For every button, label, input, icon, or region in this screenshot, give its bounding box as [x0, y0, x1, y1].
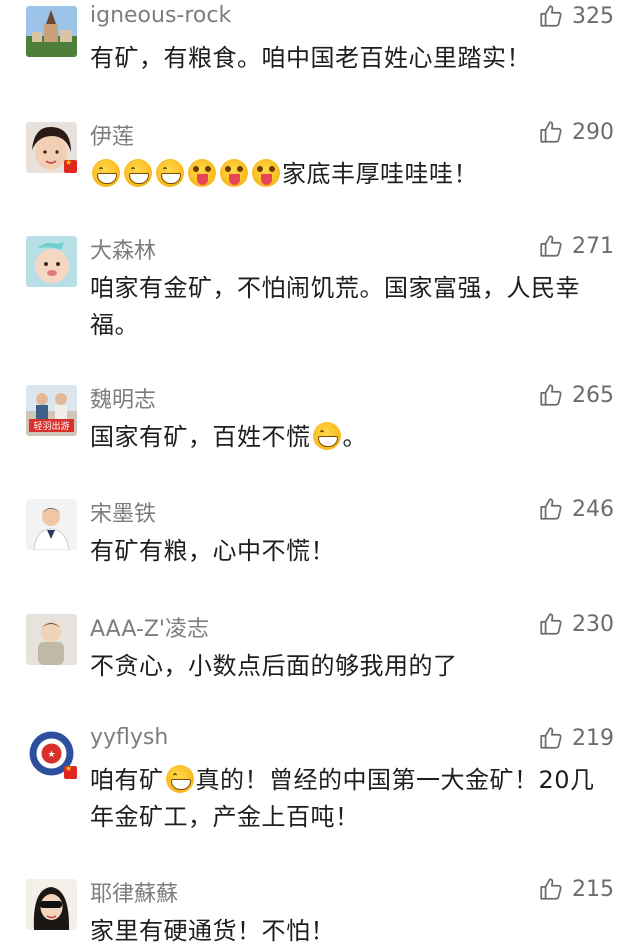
comment-text-suffix: 。 [342, 423, 367, 451]
comment-text: 不贪心，小数点后面的够我用的了 [90, 652, 458, 680]
tongue-out-emoji-icon [252, 159, 280, 187]
comment-text: 家里有硬通货！不怕！ [90, 917, 335, 945]
comment-text-prefix: 咱有矿 [90, 766, 164, 794]
tongue-out-emoji-icon [188, 159, 216, 187]
tongue-out-emoji-icon [220, 159, 248, 187]
like-count: 265 [572, 382, 614, 408]
like-button[interactable]: 265 [538, 382, 614, 408]
grinning-emoji-icon [165, 765, 194, 793]
like-button[interactable]: 246 [538, 496, 614, 522]
comment-author[interactable]: 伊莲 [90, 119, 134, 151]
china-flag-icon [64, 158, 77, 173]
comment-text: 有矿，有粮食。咱中国老百姓心里踏实！ [90, 44, 531, 72]
like-count: 325 [572, 3, 614, 29]
comment-author[interactable]: AAA-Z'凌志 [90, 611, 209, 643]
svg-text:★: ★ [47, 750, 55, 760]
thumbs-up-outline-icon [540, 384, 562, 406]
comment-text: 咱家有金矿，不怕闹饥荒。国家富强，人民幸福。 [90, 274, 580, 339]
avatar[interactable] [26, 499, 77, 550]
like-button[interactable]: 230 [538, 611, 614, 637]
like-count: 246 [572, 496, 614, 522]
avatar[interactable] [26, 879, 77, 930]
comment-author[interactable]: 大森林 [90, 233, 156, 265]
like-count: 215 [572, 876, 614, 902]
grinning-emoji-icon [124, 159, 152, 187]
grinning-emoji-icon [312, 422, 341, 450]
comment-text-suffix: 家底丰厚哇哇哇！ [282, 160, 478, 188]
thumbs-up-outline-icon [540, 613, 562, 635]
comment-text-prefix: 国家有矿，百姓不慌 [90, 423, 311, 451]
grinning-emoji-icon [92, 159, 120, 187]
grinning-emoji-icon [156, 159, 184, 187]
like-count: 219 [572, 725, 614, 751]
avatar-caption: 轻羽出游 [33, 420, 69, 432]
comment-author[interactable]: 魏明志 [90, 382, 156, 414]
comment-author[interactable]: 耶律蘇蘇 [90, 876, 178, 908]
avatar[interactable] [26, 6, 77, 57]
china-flag-icon [64, 764, 77, 779]
thumbs-up-outline-icon [540, 121, 562, 143]
like-button[interactable]: 271 [538, 233, 614, 259]
thumbs-up-outline-icon [540, 235, 562, 257]
thumbs-up-outline-icon [540, 727, 562, 749]
thumbs-up-outline-icon [540, 5, 562, 27]
like-count: 230 [572, 611, 614, 637]
comment-text: 国家有矿，百姓不慌 。 [90, 419, 610, 456]
comment-author[interactable]: yyflysh [90, 725, 168, 750]
avatar[interactable]: 轻羽出游 [26, 385, 77, 436]
comment-text: 咱有矿 真的！曾经的中国第一大金矿！20几年金矿工，产金上百吨！ [90, 762, 610, 836]
thumbs-up-outline-icon [540, 878, 562, 900]
comment-author[interactable]: igneous-rock [90, 3, 231, 28]
like-button[interactable]: 215 [538, 876, 614, 902]
like-count: 271 [572, 233, 614, 259]
like-button[interactable]: 325 [538, 3, 614, 29]
avatar[interactable] [26, 236, 77, 287]
thumbs-up-outline-icon [540, 498, 562, 520]
avatar[interactable] [26, 614, 77, 665]
like-count: 290 [572, 119, 614, 145]
comment-author[interactable]: 宋墨铁 [90, 496, 156, 528]
comment-text: 家底丰厚哇哇哇！ [90, 156, 610, 193]
like-button[interactable]: 219 [538, 725, 614, 751]
comment-text: 有矿有粮，心中不慌！ [90, 537, 335, 565]
like-button[interactable]: 290 [538, 119, 614, 145]
